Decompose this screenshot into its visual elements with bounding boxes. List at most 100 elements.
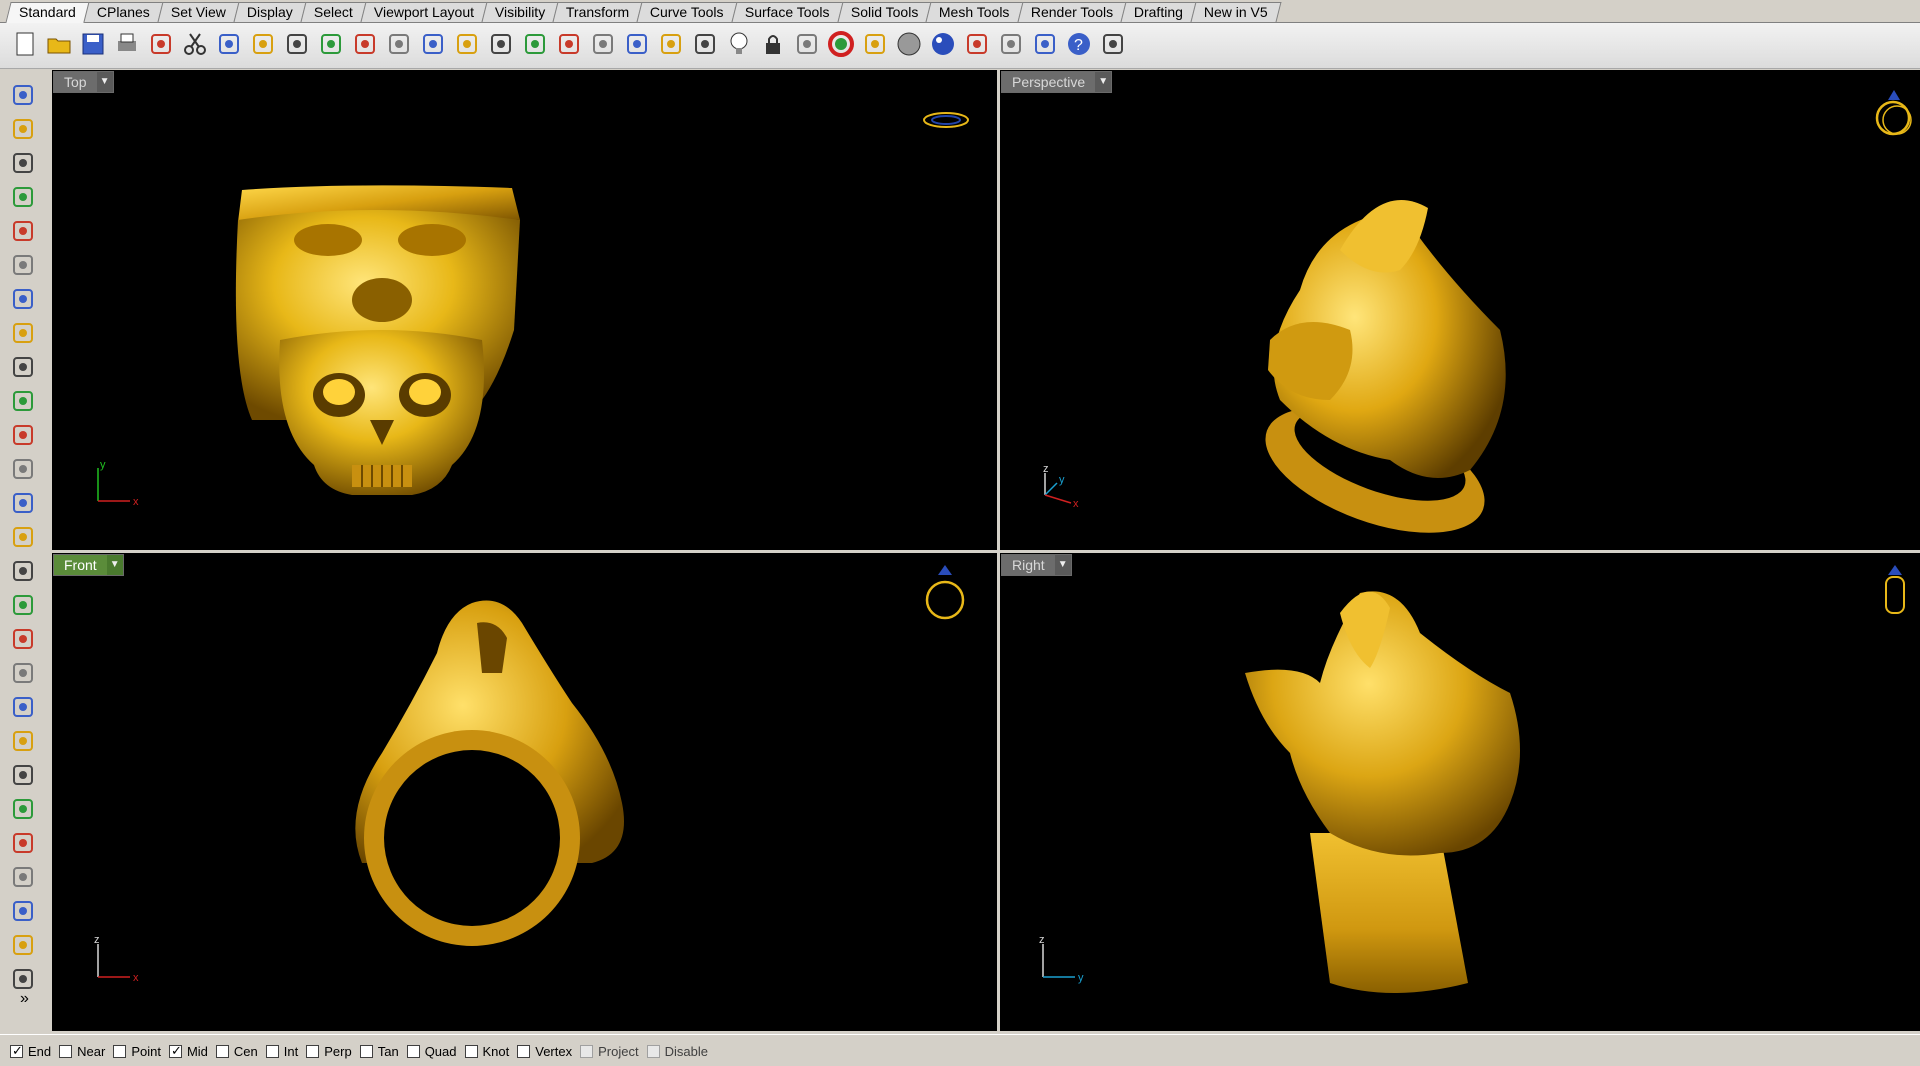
osnap-point[interactable]: Point: [113, 1044, 161, 1059]
viewport-front[interactable]: z x Front ▼: [52, 553, 997, 1031]
viewport-perspective-title[interactable]: Perspective ▼: [1001, 71, 1113, 93]
gear-icon[interactable]: [8, 624, 38, 654]
surface-icon[interactable]: [8, 420, 38, 450]
light-icon[interactable]: [722, 27, 756, 61]
transform-icon[interactable]: [8, 658, 38, 688]
tab-curve-tools[interactable]: Curve Tools: [636, 2, 738, 22]
osnap-checkbox[interactable]: [113, 1045, 127, 1058]
paste-icon[interactable]: [246, 27, 280, 61]
rendered-icon[interactable]: [926, 27, 960, 61]
color-wheel-icon[interactable]: [824, 27, 858, 61]
extrude-icon[interactable]: [8, 454, 38, 484]
osnap-checkbox[interactable]: [359, 1045, 373, 1058]
rectangle-icon[interactable]: [8, 318, 38, 348]
box-icon[interactable]: [8, 488, 38, 518]
print-icon[interactable]: [110, 27, 144, 61]
osnap-end[interactable]: End: [10, 1043, 51, 1059]
tab-solid-tools[interactable]: Solid Tools: [837, 2, 932, 22]
chevron-down-icon[interactable]: ▼: [1054, 555, 1071, 575]
tab-surface-tools[interactable]: Surface Tools: [731, 2, 844, 22]
curve-icon[interactable]: [8, 182, 38, 212]
undo-view-icon[interactable]: [518, 27, 552, 61]
chevron-down-icon[interactable]: ▼: [106, 555, 123, 575]
viewport-top[interactable]: y x Top ▼: [52, 70, 997, 550]
tab-viewport-layout[interactable]: Viewport Layout: [360, 2, 488, 22]
save-icon[interactable]: [76, 27, 110, 61]
osnap-project[interactable]: Project: [580, 1044, 639, 1059]
dimension-icon[interactable]: [1028, 27, 1062, 61]
options-icon[interactable]: [994, 27, 1028, 61]
chevron-down-icon[interactable]: ▼: [1095, 72, 1112, 92]
tab-transform[interactable]: Transform: [552, 2, 643, 22]
osnap-disable[interactable]: Disable: [646, 1044, 708, 1059]
text-icon[interactable]: [8, 896, 38, 926]
osnap-checkbox[interactable]: [215, 1045, 229, 1058]
named-view-icon[interactable]: [586, 27, 620, 61]
osnap-int[interactable]: Int: [265, 1044, 298, 1059]
osnap-cen[interactable]: Cen: [215, 1044, 258, 1059]
osnap-checkbox[interactable]: [580, 1045, 594, 1058]
boolean-icon[interactable]: [8, 522, 38, 552]
tab-set-view[interactable]: Set View: [157, 2, 240, 22]
extend-icon[interactable]: [8, 726, 38, 756]
osnap-near[interactable]: Near: [59, 1044, 105, 1059]
tab-render-tools[interactable]: Render Tools: [1017, 2, 1127, 22]
polygon-icon[interactable]: [8, 284, 38, 314]
four-viewports-icon[interactable]: [552, 27, 586, 61]
layer-icon[interactable]: [790, 27, 824, 61]
help-icon[interactable]: ?: [1062, 27, 1096, 61]
lock-icon[interactable]: [756, 27, 790, 61]
rotate-view-icon[interactable]: [348, 27, 382, 61]
cylinder-icon[interactable]: [8, 556, 38, 586]
cut-icon[interactable]: [178, 27, 212, 61]
osnap-vertex[interactable]: Vertex: [517, 1044, 572, 1059]
new-icon[interactable]: [8, 27, 42, 61]
fillet-icon[interactable]: [8, 386, 38, 416]
zoom-extents-icon[interactable]: [450, 27, 484, 61]
array-icon[interactable]: [8, 964, 38, 994]
polyline-icon[interactable]: [8, 148, 38, 178]
osnap-quad[interactable]: Quad: [406, 1044, 457, 1059]
curve-offset-icon[interactable]: [8, 828, 38, 858]
tab-drafting[interactable]: Drafting: [1120, 2, 1197, 22]
zoom-window-icon[interactable]: [416, 27, 450, 61]
osnap-checkbox[interactable]: [646, 1045, 660, 1058]
osnap-checkbox[interactable]: [265, 1045, 279, 1058]
osnap-checkbox[interactable]: [10, 1043, 23, 1059]
import-icon[interactable]: [144, 27, 178, 61]
zoom-icon[interactable]: [382, 27, 416, 61]
explode-icon[interactable]: [8, 794, 38, 824]
osnap-perp[interactable]: Perp: [306, 1044, 352, 1059]
render-icon[interactable]: [960, 27, 994, 61]
osnap-tan[interactable]: Tan: [359, 1044, 399, 1059]
open-icon[interactable]: [42, 27, 76, 61]
point-icon[interactable]: [8, 114, 38, 144]
tab-display[interactable]: Display: [233, 2, 307, 22]
select-arrow-icon[interactable]: [8, 80, 38, 110]
pan-icon[interactable]: [314, 27, 348, 61]
object-snap-icon[interactable]: [688, 27, 722, 61]
chevron-down-icon[interactable]: ▼: [96, 72, 113, 92]
viewport-right-title[interactable]: Right ▼: [1001, 554, 1072, 576]
tab-mesh-tools[interactable]: Mesh Tools: [925, 2, 1024, 22]
tab-cplanes[interactable]: CPlanes: [83, 2, 164, 22]
tab-standard[interactable]: Standard: [5, 2, 90, 23]
osnap-knot[interactable]: Knot: [464, 1044, 509, 1059]
arc-icon[interactable]: [8, 352, 38, 382]
shaded-icon[interactable]: [892, 27, 926, 61]
tab-visibility[interactable]: Visibility: [481, 2, 559, 22]
ellipse-icon[interactable]: [8, 250, 38, 280]
circle-tool-icon[interactable]: [8, 216, 38, 246]
blend-icon[interactable]: [8, 862, 38, 892]
osnap-checkbox[interactable]: [306, 1045, 320, 1058]
cplane-icon[interactable]: [620, 27, 654, 61]
group-icon[interactable]: [8, 760, 38, 790]
tab-select[interactable]: Select: [300, 2, 367, 22]
viewport-right[interactable]: z y Right ▼: [1000, 553, 1920, 1031]
viewport-top-title[interactable]: Top ▼: [53, 71, 114, 93]
viewport-front-title[interactable]: Front ▼: [53, 554, 124, 576]
osnap-checkbox[interactable]: [59, 1045, 73, 1058]
tab-new-in-v5[interactable]: New in V5: [1190, 2, 1282, 22]
copy-icon[interactable]: [212, 27, 246, 61]
osnap-checkbox[interactable]: [464, 1045, 478, 1058]
